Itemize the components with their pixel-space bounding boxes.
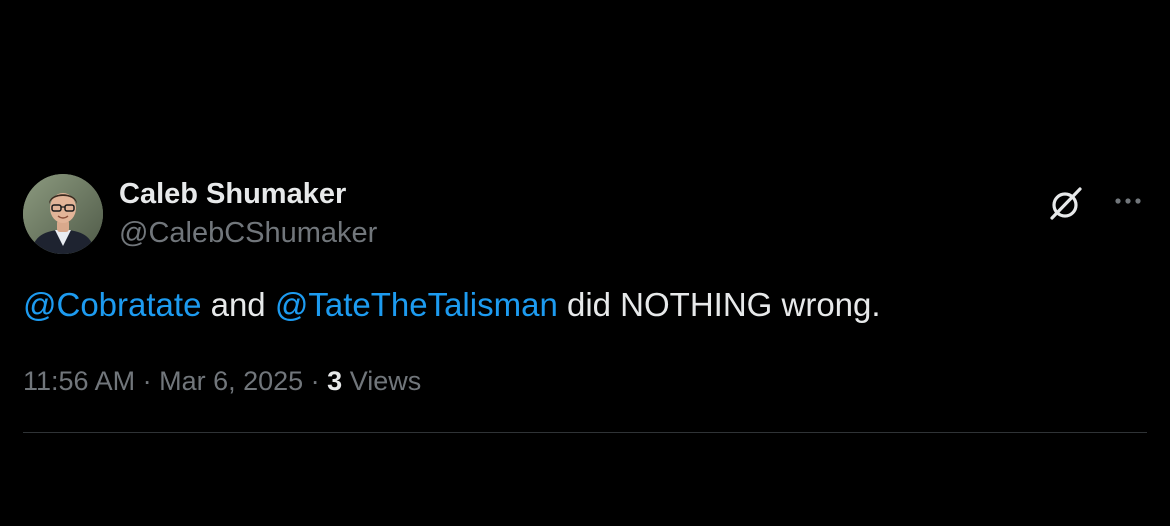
avatar-image [23, 174, 103, 254]
divider [23, 432, 1147, 433]
meta-separator: · [303, 366, 328, 396]
tweet-text: @Cobratate and @TateTheTalisman did NOTH… [23, 284, 881, 326]
mention-link[interactable]: @Cobratate [23, 286, 201, 323]
tweet-detail: Caleb Shumaker @CalebCShumaker @Cobratat… [0, 0, 1170, 526]
views-label[interactable]: Views [342, 366, 422, 396]
author-display-name[interactable]: Caleb Shumaker [119, 177, 346, 211]
more-options-icon[interactable] [1110, 186, 1146, 216]
tweet-date[interactable]: Mar 6, 2025 [159, 366, 303, 396]
author-handle[interactable]: @CalebCShumaker [119, 216, 377, 250]
tweet-time[interactable]: 11:56 AM [23, 366, 135, 396]
tweet-text-body: did NOTHING wrong. [557, 286, 881, 323]
tweet-text-connector: and [201, 286, 275, 323]
avatar[interactable] [23, 174, 103, 254]
mention-link[interactable]: @TateTheTalisman [275, 286, 558, 323]
grok-icon[interactable] [1046, 183, 1086, 223]
meta-separator: · [135, 366, 160, 396]
views-count[interactable]: 3 [327, 366, 342, 396]
tweet-meta: 11:56 AM · Mar 6, 2025 · 3 Views [23, 364, 421, 398]
